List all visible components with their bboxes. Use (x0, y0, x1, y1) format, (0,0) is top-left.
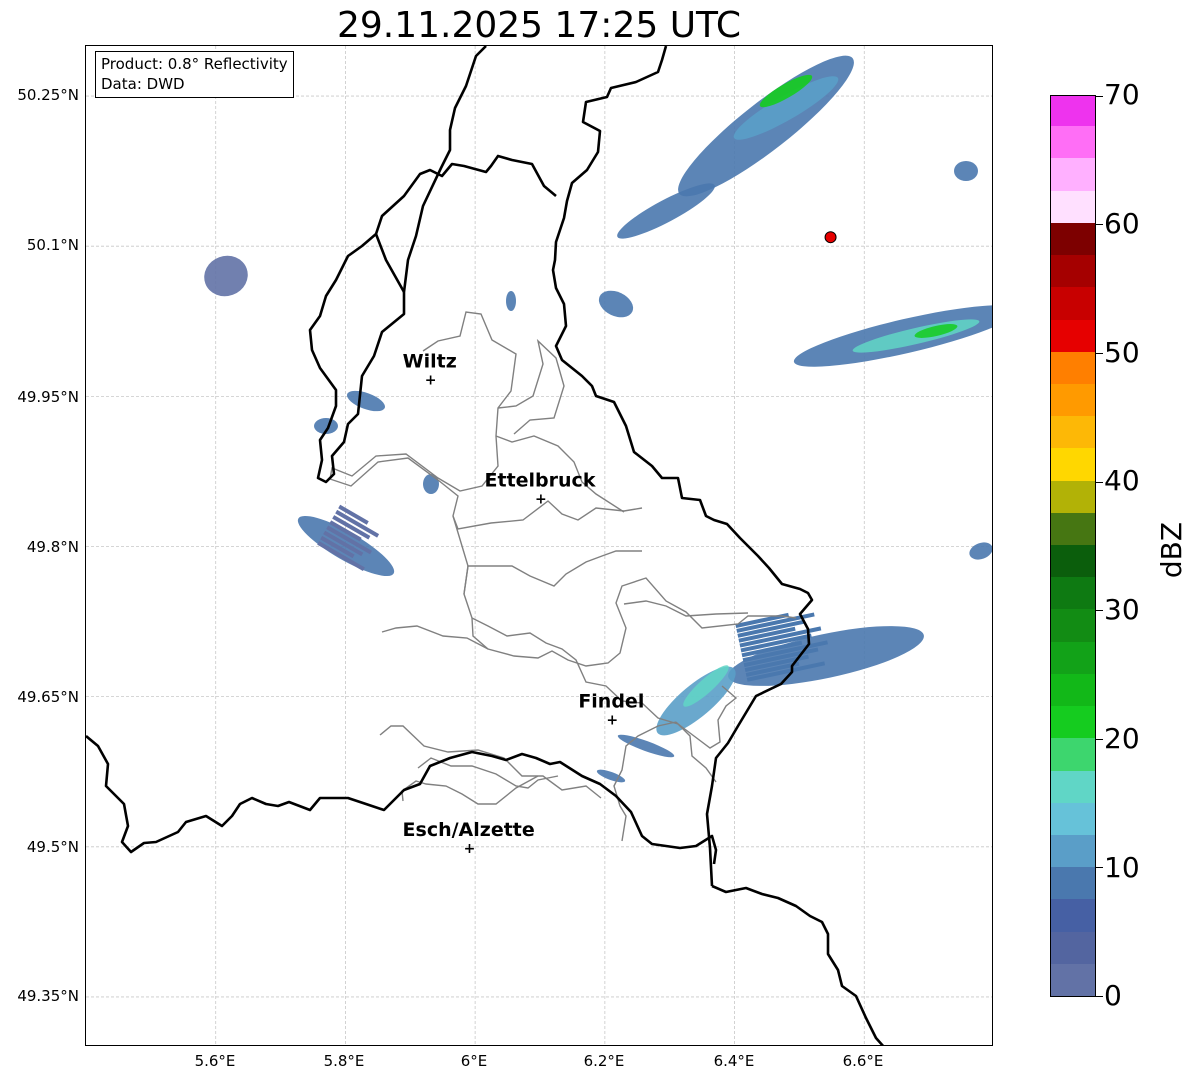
colorbar-tick-mark (1096, 224, 1103, 226)
city-marker-icon: + (606, 713, 618, 729)
colorbar-segment (1051, 319, 1095, 352)
city-label: Ettelbruck (485, 469, 596, 491)
colorbar-segment (1051, 222, 1095, 256)
colorbar-tick-mark (1096, 95, 1103, 97)
colorbar-segment (1051, 254, 1095, 288)
colorbar-tick-mark (1096, 738, 1103, 740)
echo-far-west (204, 255, 248, 297)
colorbar-segment (1051, 286, 1095, 320)
colorbar-segment (1051, 673, 1095, 707)
colorbar-tick-label: 30 (1104, 593, 1140, 626)
colorbar (1050, 95, 1096, 997)
lat-label: 49.35°N (17, 987, 79, 1005)
grid-lines (86, 46, 992, 1045)
colorbar-tick-label: 70 (1104, 78, 1140, 111)
country-borders (86, 46, 884, 1045)
map-title: 29.11.2025 17:25 UTC (336, 5, 742, 46)
lat-label: 50.1°N (26, 236, 79, 254)
lon-label: 6.4°E (713, 1052, 755, 1070)
colorbar-tick-mark (1096, 481, 1103, 483)
colorbar-unit-label: dBZ (1155, 521, 1184, 579)
lat-label: 49.95°N (17, 388, 79, 406)
colorbar-tick-label: 0 (1104, 979, 1122, 1012)
lat-label: 49.5°N (26, 838, 79, 856)
colorbar-tick-mark (1096, 996, 1103, 997)
colorbar-segment (1051, 641, 1095, 674)
colorbar-segment (1051, 96, 1095, 127)
echo-ne-tail (617, 183, 715, 239)
colorbar-tick-mark (1096, 353, 1103, 354)
colorbar-tick-mark (1096, 610, 1103, 612)
colorbar-segment (1051, 705, 1095, 739)
colorbar-segment (1051, 931, 1095, 964)
data-source-label: Data: DWD (101, 75, 185, 93)
echo-east-edge (969, 542, 992, 560)
lat-label: 50.25°N (17, 86, 79, 104)
colorbar-segment (1051, 157, 1095, 191)
colorbar-segment (1051, 415, 1095, 449)
lat-label: 49.8°N (26, 538, 79, 556)
echo-west-cell (347, 390, 385, 412)
colorbar-segment (1051, 963, 1095, 996)
colorbar-segment (1051, 608, 1095, 642)
city-label: Findel (578, 691, 644, 713)
colorbar-tick-label: 10 (1104, 851, 1140, 884)
colorbar-segment (1051, 447, 1095, 481)
city-label: Esch/Alzette (403, 819, 535, 841)
lon-label: 6.6°E (842, 1052, 884, 1070)
colorbar-segment (1051, 898, 1095, 932)
canton-borders (329, 311, 797, 842)
colorbar-segment (1051, 125, 1095, 159)
lon-label: 5.6°E (194, 1052, 236, 1070)
city-marker-icon: + (425, 372, 437, 388)
colorbar-tick-label: 20 (1104, 722, 1140, 755)
colorbar-segment (1051, 512, 1095, 545)
colorbar-segment (1051, 576, 1095, 610)
echo-small (598, 290, 634, 318)
lon-label: 6.2°E (583, 1052, 625, 1070)
colorbar-tick-label: 60 (1104, 207, 1140, 240)
colorbar-segment (1051, 866, 1095, 900)
colorbar-segment (1051, 802, 1095, 835)
product-label: Product: 0.8° Reflectivity (101, 55, 288, 73)
colorbar-segment (1051, 544, 1095, 578)
colorbar-segment (1051, 190, 1095, 223)
city-label: Wiltz (403, 350, 457, 372)
radar-site-icon (824, 231, 837, 244)
colorbar-segment (1051, 351, 1095, 384)
lat-label: 49.65°N (17, 688, 79, 706)
colorbar-tick-mark (1096, 867, 1103, 869)
city-marker-icon: + (535, 491, 547, 507)
colorbar-segment (1051, 480, 1095, 513)
echo-east-edge (954, 161, 978, 181)
lon-label: 6°E (460, 1052, 488, 1070)
colorbar-tick-label: 50 (1104, 336, 1140, 369)
colorbar-segment (1051, 737, 1095, 771)
colorbar-tick-label: 40 (1104, 464, 1140, 497)
lon-label: 5.8°E (323, 1052, 365, 1070)
city-marker-icon: + (464, 841, 476, 857)
info-box: Product: 0.8° Reflectivity Data: DWD (95, 51, 294, 98)
echo-small (506, 291, 516, 311)
radar-site-marker (824, 231, 837, 244)
radar-map-svg: +Wiltz+Ettelbruck+Findel+Esch/Alzette (86, 46, 992, 1045)
echo-se-tail (617, 734, 675, 758)
colorbar-segment (1051, 383, 1095, 417)
colorbar-segment (1051, 770, 1095, 803)
colorbar-segment (1051, 834, 1095, 868)
map-area[interactable]: + Wiltz + Ettelbruck + Findel + Esch/Alzette (85, 45, 993, 1046)
